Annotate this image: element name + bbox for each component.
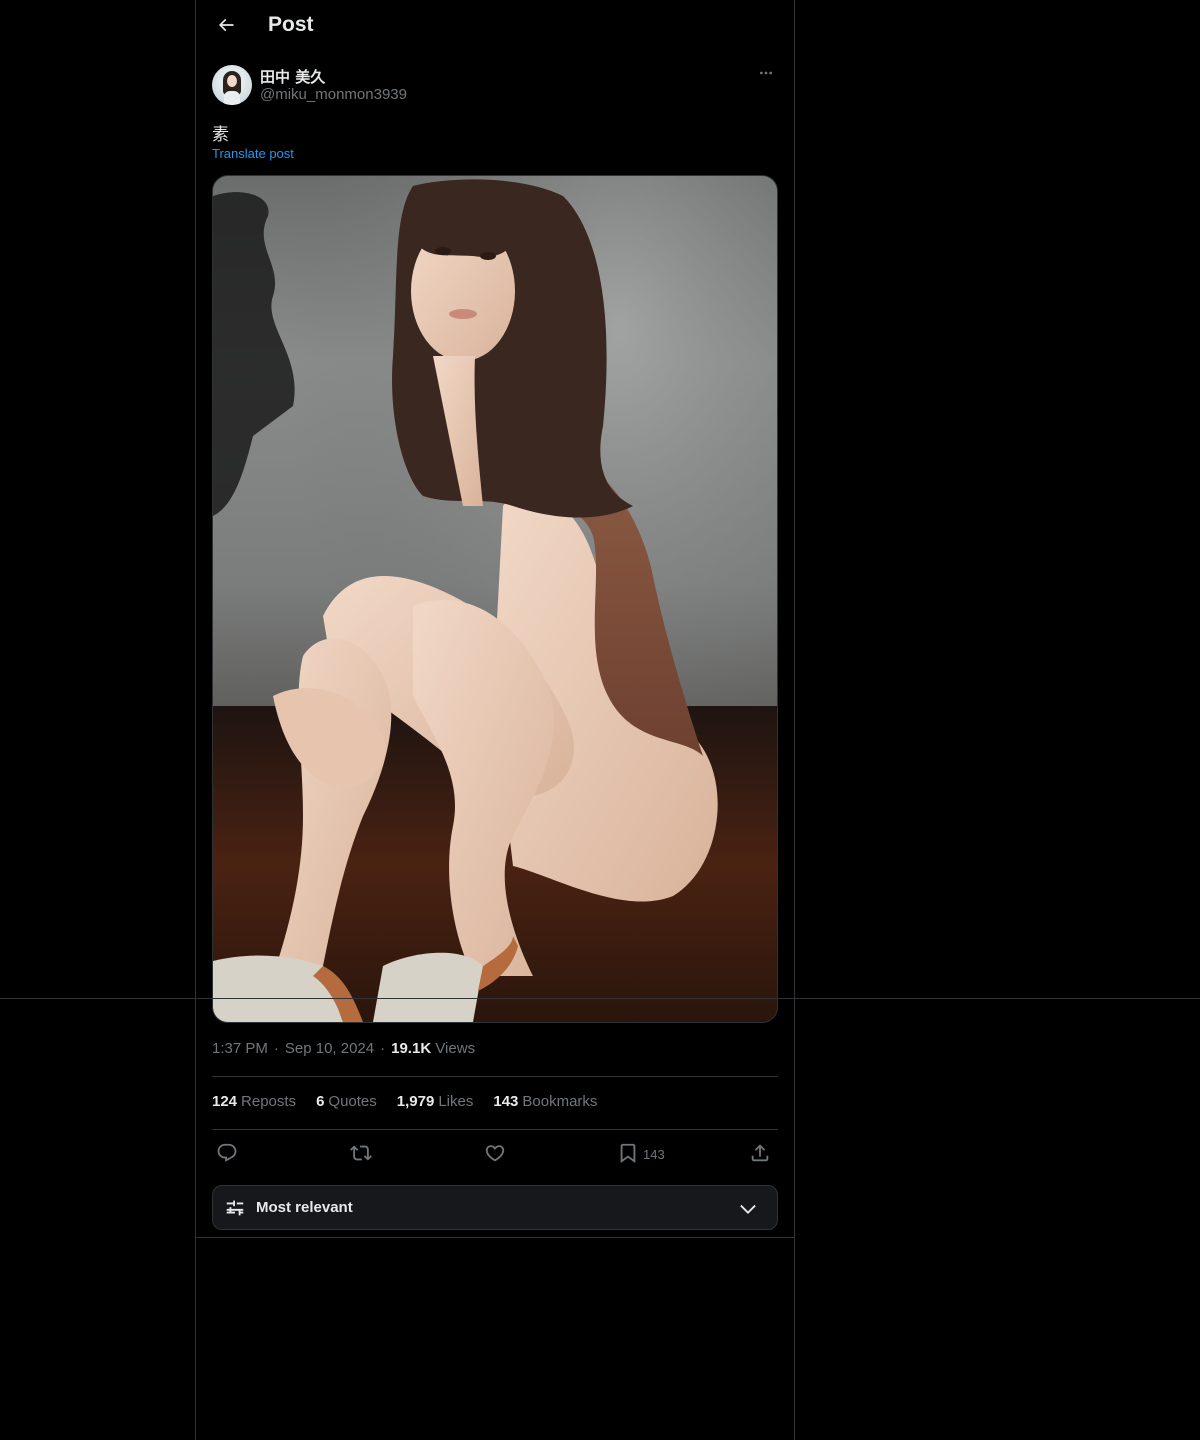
stat-label: Quotes [328, 1093, 377, 1110]
back-button[interactable] [208, 9, 244, 45]
post-author: 田中 美久 @miku_monmon3939 [212, 64, 778, 108]
stat-count: 124 [212, 1093, 238, 1110]
repost-button[interactable] [350, 1138, 372, 1170]
reply-sort-dropdown[interactable]: Most relevant [212, 1185, 778, 1230]
post-media-photo[interactable] [212, 175, 778, 1023]
sliders-icon [224, 1197, 246, 1219]
overlay-line [0, 998, 1200, 999]
header: Post [196, 0, 794, 54]
stat-quotes[interactable]: 6 Quotes [316, 1093, 377, 1110]
author-display-name[interactable]: 田中 美久 [260, 66, 325, 87]
post-meta: 1:37 PM · Sep 10, 2024 · 19.1K Views [212, 1040, 475, 1057]
translate-post-link[interactable]: Translate post [212, 146, 294, 161]
post-stats: 124 Reposts 6 Quotes 1,979 Likes 143 Bookmar… [212, 1093, 597, 1110]
post-date[interactable]: Sep 10, 2024 [285, 1040, 374, 1057]
repost-icon [350, 1142, 372, 1167]
reply-icon [216, 1142, 238, 1167]
stat-count: 143 [493, 1093, 519, 1110]
page: Post 田中 美久 @miku_monmon3939 素 Translate … [0, 0, 1200, 1440]
post-text: 素 [212, 125, 229, 145]
primary-column: Post 田中 美久 @miku_monmon3939 素 Translate … [195, 0, 795, 1440]
like-button[interactable] [484, 1138, 506, 1170]
arrow-left-icon [216, 15, 236, 40]
more-options-button[interactable] [754, 64, 778, 86]
share-button[interactable] [749, 1138, 771, 1170]
reply-button[interactable] [216, 1138, 238, 1170]
share-icon [749, 1142, 771, 1167]
divider-top [212, 1076, 778, 1077]
views: 19.1K Views [391, 1040, 475, 1057]
photo-illustration [213, 176, 777, 1022]
section-divider [196, 1237, 794, 1238]
bookmark-button[interactable]: 143 [617, 1138, 665, 1170]
stat-label: Bookmarks [522, 1093, 598, 1110]
more-horizontal-icon [758, 65, 774, 86]
stat-bookmarks[interactable]: 143 Bookmarks [493, 1093, 597, 1110]
heart-icon [484, 1142, 506, 1167]
stat-label: Likes [438, 1093, 474, 1110]
chevron-down-icon [737, 1198, 759, 1220]
bookmark-icon [617, 1142, 639, 1167]
views-label: Views [435, 1040, 476, 1057]
stat-count: 6 [316, 1093, 325, 1110]
meta-separator: · [273, 1040, 279, 1057]
stat-label: Reposts [241, 1093, 297, 1110]
stat-count: 1,979 [396, 1093, 435, 1110]
avatar[interactable] [212, 65, 252, 105]
bookmark-count: 143 [643, 1146, 665, 1162]
author-handle[interactable]: @miku_monmon3939 [260, 86, 407, 103]
stat-likes[interactable]: 1,979 Likes [397, 1093, 474, 1110]
post-actions: 143 [212, 1138, 778, 1170]
views-count: 19.1K [391, 1040, 432, 1057]
page-title: Post [268, 13, 314, 36]
sort-label: Most relevant [256, 1199, 353, 1216]
stat-reposts[interactable]: 124 Reposts [212, 1093, 296, 1110]
meta-separator-2: · [380, 1040, 386, 1057]
divider-bottom [212, 1129, 778, 1130]
post-time[interactable]: 1:37 PM [212, 1040, 268, 1057]
